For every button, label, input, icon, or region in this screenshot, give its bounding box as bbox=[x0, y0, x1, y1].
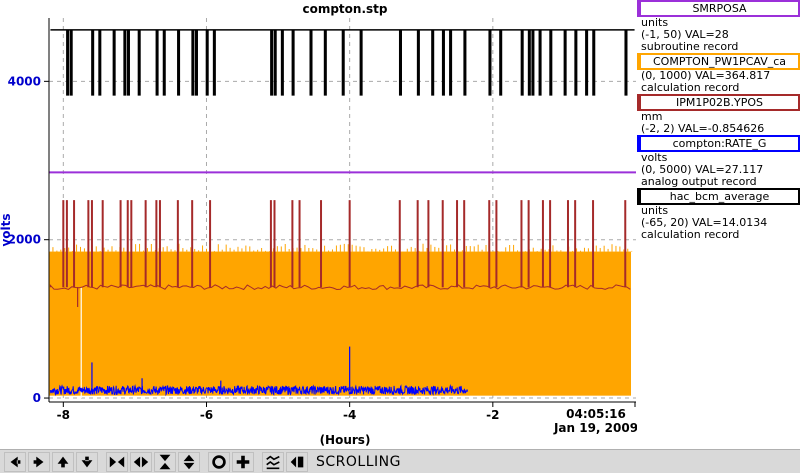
x-tick-label: -8 bbox=[57, 408, 70, 422]
add-icon bbox=[236, 455, 250, 468]
chart: compton.stp volts -8 -6 -4 -2020004000 04:0… bbox=[0, 2, 637, 447]
legend-pv-name[interactable]: compton:RATE_G bbox=[637, 135, 800, 152]
undo-icon bbox=[290, 456, 304, 467]
legend: SMRPOSA units (-1, 50) VAL=28 subroutine re… bbox=[637, 0, 800, 241]
legend-kind: calculation record bbox=[641, 81, 740, 94]
zoom-in-y-button[interactable] bbox=[154, 451, 176, 472]
pan-up-button[interactable] bbox=[52, 451, 74, 472]
y-tick-label: 0 bbox=[33, 391, 41, 405]
toolbar: SCROLLING bbox=[0, 449, 800, 473]
pan-right-icon bbox=[33, 456, 44, 467]
legend-pv-name[interactable]: hac_bcm_average bbox=[637, 188, 800, 205]
end-time: 04:05:16 bbox=[566, 407, 626, 421]
pan-left-icon bbox=[10, 456, 21, 467]
auto-scale-icon bbox=[266, 455, 280, 469]
series-hac-bcm-average bbox=[50, 29, 635, 96]
pan-up-icon bbox=[57, 456, 69, 467]
pan-down-button[interactable] bbox=[76, 451, 98, 472]
zoom-in-x-button[interactable] bbox=[106, 451, 128, 472]
pan-right-button[interactable] bbox=[28, 451, 50, 472]
pan-left-button[interactable] bbox=[4, 451, 26, 472]
series-line bbox=[50, 29, 635, 96]
zoom-in-x-icon bbox=[109, 456, 125, 467]
auto-zoom-button[interactable] bbox=[208, 451, 230, 472]
legend-entry[interactable]: compton:RATE_G volts (0, 5000) VAL=27.117 a… bbox=[637, 135, 800, 188]
legend-pv-name[interactable]: COMPTON_PW1PCAV_ca bbox=[637, 53, 800, 70]
auto-scale-button[interactable] bbox=[262, 451, 284, 472]
legend-kind: calculation record bbox=[641, 228, 740, 241]
pan-down-icon bbox=[81, 456, 93, 467]
x-tick-label: -2 bbox=[486, 408, 499, 422]
legend-entry[interactable]: COMPTON_PW1PCAV_ca (0, 1000) VAL=364.817 c… bbox=[637, 53, 800, 94]
zoom-in-y-icon bbox=[159, 454, 171, 469]
legend-kind: analog output record bbox=[641, 175, 757, 188]
undo-button[interactable] bbox=[286, 451, 308, 472]
legend-entry[interactable]: IPM1P02B.YPOS mm (-2, 2) VAL=-0.854626 bbox=[637, 94, 800, 135]
zoom-out-y-button[interactable] bbox=[178, 451, 200, 472]
x-tick-label: -4 bbox=[343, 408, 356, 422]
zoom-out-y-icon bbox=[183, 454, 195, 469]
chart-title: compton.stp bbox=[302, 2, 387, 16]
status-text: SCROLLING bbox=[316, 453, 401, 470]
x-axis-label: (Hours) bbox=[320, 433, 371, 447]
auto-zoom-icon bbox=[212, 454, 226, 469]
add-button[interactable] bbox=[232, 451, 254, 472]
legend-entry[interactable]: hac_bcm_average units (-65, 20) VAL=14.013… bbox=[637, 188, 800, 241]
legend-pv-name[interactable]: IPM1P02B.YPOS bbox=[637, 94, 800, 111]
legend-kind: subroutine record bbox=[641, 40, 739, 53]
zoom-out-x-button[interactable] bbox=[130, 451, 152, 472]
series-compton-pw1pcav-ca bbox=[48, 243, 633, 399]
legend-entry[interactable]: SMRPOSA units (-1, 50) VAL=28 subroutine re… bbox=[637, 0, 800, 53]
legend-range: (-2, 2) VAL=-0.854626 bbox=[641, 122, 765, 135]
plot-area[interactable] bbox=[48, 29, 636, 399]
legend-pv-name[interactable]: SMRPOSA bbox=[637, 0, 800, 17]
zoom-out-x-icon bbox=[133, 456, 149, 467]
y-tick-label: 2000 bbox=[8, 233, 41, 247]
y-tick-label: 4000 bbox=[8, 74, 41, 88]
end-date: Jan 19, 2009 bbox=[553, 421, 637, 435]
x-tick-label: -6 bbox=[200, 408, 213, 422]
